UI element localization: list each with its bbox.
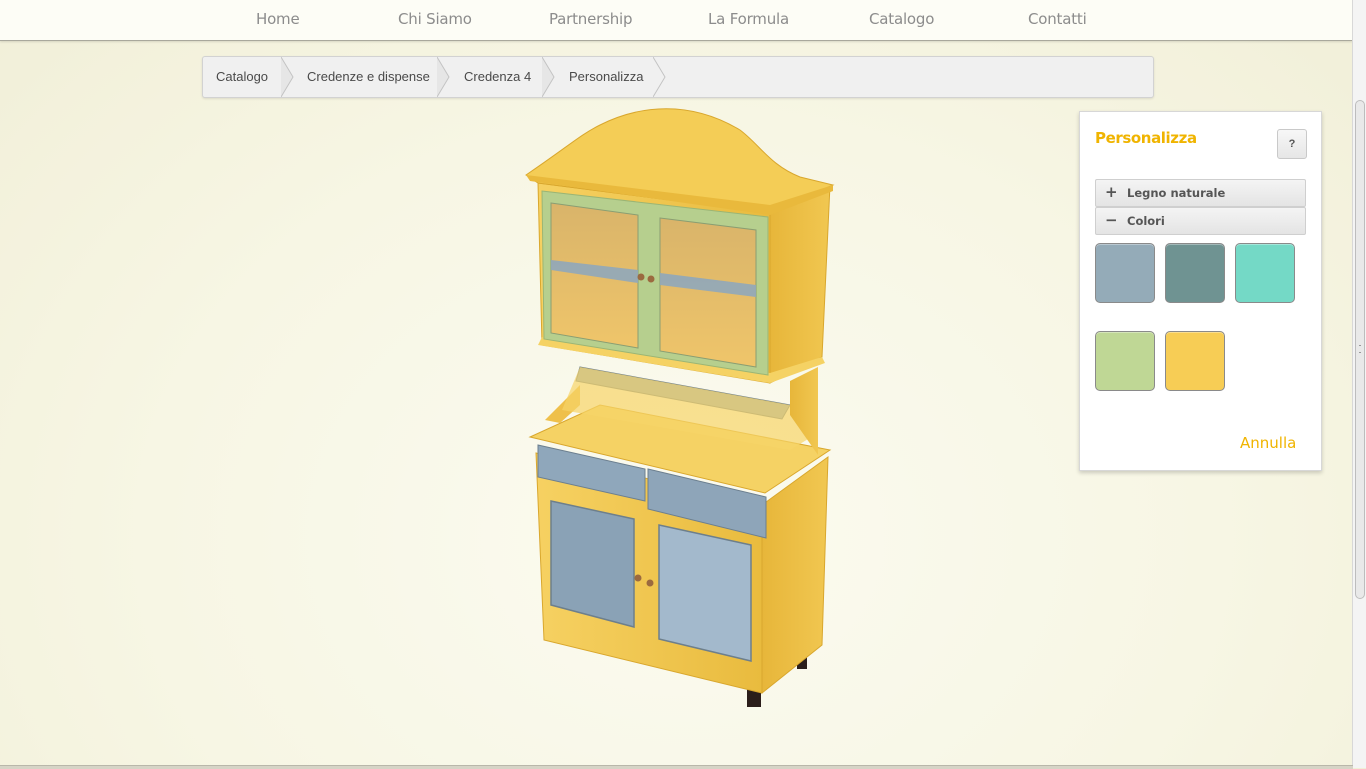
accordion-label: Legno naturale xyxy=(1127,186,1226,200)
plus-icon: + xyxy=(1105,183,1118,201)
lower-door-left xyxy=(550,500,635,628)
nav-la-formula[interactable]: La Formula xyxy=(708,10,789,28)
nav-partnership[interactable]: Partnership xyxy=(549,10,633,28)
accordion-colori[interactable]: − Colori xyxy=(1095,207,1306,235)
color-swatch[interactable] xyxy=(1235,243,1295,303)
breadcrumb-catalogo[interactable]: Catalogo xyxy=(216,57,268,97)
customize-panel: Personalizza ? + Legno naturale − Colori… xyxy=(1079,111,1322,471)
scrollbar-grip-icon xyxy=(1359,345,1361,353)
door-knob xyxy=(647,275,655,283)
breadcrumb: Catalogo Credenze e dispense Credenza 4 … xyxy=(202,56,1154,98)
breadcrumb-personalizza[interactable]: Personalizza xyxy=(569,57,643,97)
help-button[interactable]: ? xyxy=(1277,129,1307,159)
cancel-link[interactable]: Annulla xyxy=(1240,434,1296,452)
lower-cabinet-side xyxy=(761,455,829,695)
page-bottom-edge xyxy=(0,765,1353,769)
breadcrumb-credenze-e-dispense[interactable]: Credenze e dispense xyxy=(307,57,430,97)
door-knob xyxy=(637,273,645,281)
breadcrumb-separator xyxy=(281,57,294,97)
color-swatch[interactable] xyxy=(1165,243,1225,303)
door-knob xyxy=(646,579,654,587)
panel-title: Personalizza xyxy=(1095,129,1197,147)
nav-contatti[interactable]: Contatti xyxy=(1028,10,1087,28)
color-swatch[interactable] xyxy=(1165,331,1225,391)
accordion-label: Colori xyxy=(1127,214,1165,228)
breadcrumb-separator xyxy=(653,57,666,97)
nav-catalogo[interactable]: Catalogo xyxy=(869,10,934,28)
minus-icon: − xyxy=(1105,211,1118,229)
nav-home[interactable]: Home xyxy=(256,10,300,28)
breadcrumb-separator xyxy=(437,57,450,97)
breadcrumb-separator xyxy=(542,57,555,97)
nav-chi-siamo[interactable]: Chi Siamo xyxy=(398,10,472,28)
accordion-legno-naturale[interactable]: + Legno naturale xyxy=(1095,179,1306,207)
color-swatch[interactable] xyxy=(1095,331,1155,391)
product-3d-viewer[interactable] xyxy=(500,105,860,715)
vertical-scrollbar[interactable] xyxy=(1352,0,1366,768)
upper-cabinet-side xyxy=(769,184,831,384)
color-swatch[interactable] xyxy=(1095,243,1155,303)
lower-door-right xyxy=(658,524,752,662)
door-knob xyxy=(634,574,642,582)
breadcrumb-credenza-4[interactable]: Credenza 4 xyxy=(464,57,531,97)
scrollbar-thumb[interactable] xyxy=(1355,100,1365,599)
top-navigation: Home Chi Siamo Partnership La Formula Ca… xyxy=(0,0,1353,41)
